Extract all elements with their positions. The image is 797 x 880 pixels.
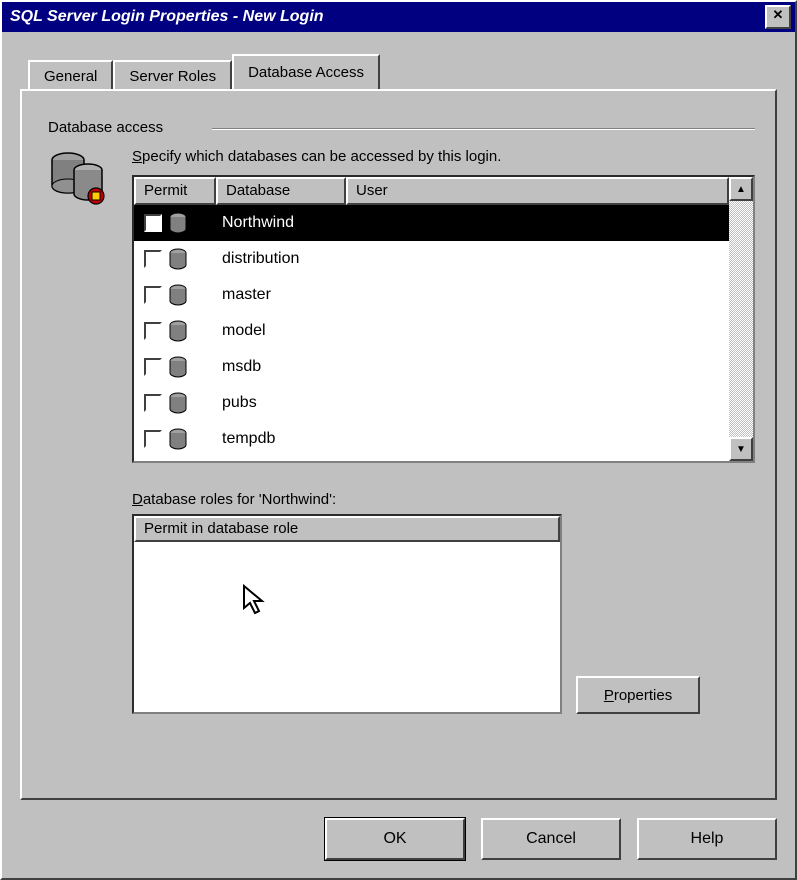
- table-row[interactable]: distribution: [134, 241, 729, 277]
- cell-permit: [134, 248, 216, 270]
- access-row: Specify which databases can be accessed …: [42, 148, 755, 714]
- dialog-button-row: OK Cancel Help: [20, 818, 777, 860]
- group-title: Database access: [46, 119, 163, 136]
- cursor-icon: [242, 584, 270, 616]
- database-row-icon: [168, 248, 188, 270]
- instruction-text: Specify which databases can be accessed …: [132, 148, 755, 165]
- table-row[interactable]: pubs: [134, 385, 729, 421]
- col-header-permit[interactable]: Permit: [134, 177, 216, 205]
- permit-checkbox[interactable]: [144, 250, 162, 268]
- database-row-icon: [168, 284, 188, 306]
- titlebar: SQL Server Login Properties - New Login …: [2, 2, 795, 32]
- cell-permit: [134, 392, 216, 414]
- table-row[interactable]: master: [134, 277, 729, 313]
- scroll-track[interactable]: [729, 201, 753, 437]
- cell-permit: [134, 320, 216, 342]
- tab-general[interactable]: General: [28, 60, 113, 91]
- database-row-icon: [168, 392, 188, 414]
- roles-row: Permit in database role Properties: [132, 514, 755, 714]
- table-row[interactable]: tempdb: [134, 421, 729, 457]
- cell-database: msdb: [216, 358, 352, 376]
- cancel-button[interactable]: Cancel: [481, 818, 621, 860]
- close-button[interactable]: ✕: [765, 5, 791, 29]
- database-access-grid[interactable]: Permit Database User Northwind distributi…: [132, 175, 755, 463]
- properties-button[interactable]: Properties: [576, 676, 700, 714]
- cell-database: Northwind: [216, 214, 352, 232]
- roles-label-rest: atabase roles for 'Northwind':: [143, 491, 336, 508]
- roles-side: Properties: [576, 514, 700, 714]
- cell-database: master: [216, 286, 352, 304]
- permit-checkbox[interactable]: [144, 214, 162, 232]
- col-header-database[interactable]: Database: [216, 177, 346, 205]
- database-icon-large: [42, 148, 132, 714]
- table-row[interactable]: Northwind: [134, 205, 729, 241]
- database-row-icon: [168, 320, 188, 342]
- scroll-down-button[interactable]: [729, 437, 753, 461]
- roles-listbox[interactable]: Permit in database role: [132, 514, 562, 714]
- database-icon: [48, 148, 108, 208]
- tab-server-roles[interactable]: Server Roles: [113, 60, 232, 91]
- permit-checkbox[interactable]: [144, 358, 162, 376]
- roles-hotkey: D: [132, 491, 143, 508]
- cell-database: pubs: [216, 394, 352, 412]
- ok-button[interactable]: OK: [325, 818, 465, 860]
- instruction-hotkey: S: [132, 148, 142, 165]
- cell-database: distribution: [216, 250, 352, 268]
- cell-permit: [134, 428, 216, 450]
- help-button[interactable]: Help: [637, 818, 777, 860]
- grid-scrollbar[interactable]: [729, 177, 753, 461]
- grid-rows: Northwind distribution master model msdb pubs…: [134, 205, 729, 461]
- grid-header: Permit Database User: [134, 177, 729, 205]
- roles-label: Database roles for 'Northwind':: [132, 491, 755, 508]
- roles-header: Permit in database role: [134, 516, 560, 542]
- permit-checkbox[interactable]: [144, 322, 162, 340]
- cell-permit: [134, 212, 216, 234]
- tab-database-access[interactable]: Database Access: [232, 54, 380, 89]
- dialog-window: SQL Server Login Properties - New Login …: [0, 0, 797, 880]
- tab-page-database-access: Database access Speci: [20, 89, 777, 800]
- properties-hotkey: P: [604, 687, 614, 704]
- cell-database: model: [216, 322, 352, 340]
- scroll-up-button[interactable]: [729, 177, 753, 201]
- database-row-icon: [168, 356, 188, 378]
- group-divider: [212, 128, 755, 130]
- col-header-user[interactable]: User: [346, 177, 729, 205]
- properties-rest: roperties: [614, 687, 672, 704]
- database-row-icon: [168, 212, 188, 234]
- table-row[interactable]: model: [134, 313, 729, 349]
- instruction-rest: pecify which databases can be accessed b…: [142, 148, 501, 165]
- cell-permit: [134, 284, 216, 306]
- permit-checkbox[interactable]: [144, 430, 162, 448]
- tabstrip: General Server Roles Database Access: [28, 54, 777, 89]
- grid-body: Permit Database User Northwind distributi…: [134, 177, 729, 461]
- table-row[interactable]: msdb: [134, 349, 729, 385]
- access-body: Specify which databases can be accessed …: [132, 148, 755, 714]
- cell-database: tempdb: [216, 430, 352, 448]
- permit-checkbox[interactable]: [144, 286, 162, 304]
- client-area: General Server Roles Database Access Dat…: [2, 32, 795, 878]
- permit-checkbox[interactable]: [144, 394, 162, 412]
- window-title: SQL Server Login Properties - New Login: [6, 8, 765, 26]
- database-row-icon: [168, 428, 188, 450]
- cell-permit: [134, 356, 216, 378]
